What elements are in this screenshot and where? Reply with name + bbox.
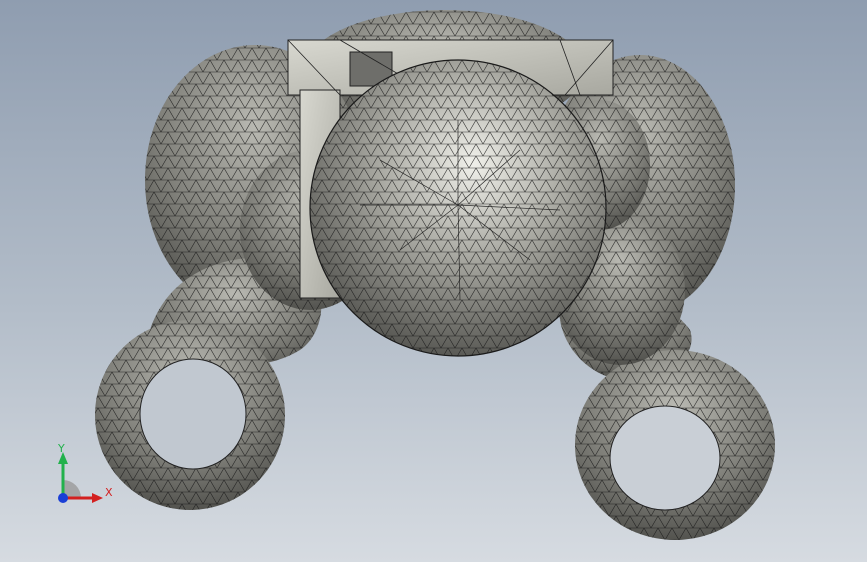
- graphics-viewport[interactable]: Y X: [0, 0, 867, 562]
- x-axis-label: X: [105, 486, 113, 499]
- central-sphere: [309, 59, 607, 357]
- orientation-triad: Y X: [57, 442, 113, 503]
- y-axis-label: Y: [57, 442, 65, 455]
- x-arrowhead-icon: [92, 493, 103, 503]
- mesh-model-view[interactable]: [0, 0, 867, 562]
- z-axis-dot: [58, 493, 68, 503]
